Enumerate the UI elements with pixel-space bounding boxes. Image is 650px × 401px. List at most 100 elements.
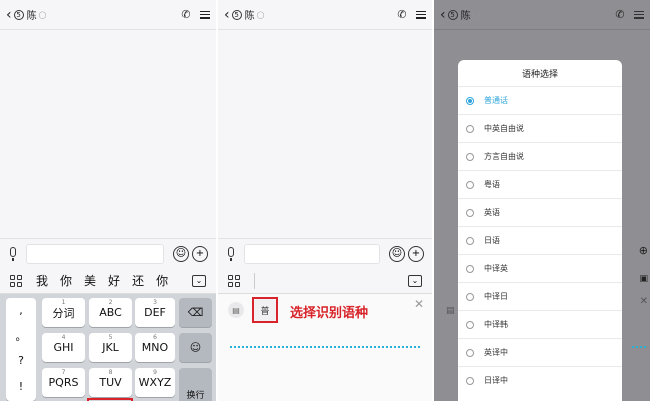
menu-icon[interactable] bbox=[416, 10, 426, 19]
backspace-icon: ⌫ bbox=[187, 306, 204, 319]
radio-icon bbox=[466, 236, 474, 245]
close-icon[interactable]: ✕ bbox=[414, 297, 424, 311]
chat-screen-keyboard: ‹ 5 陈 ◯ ✆ ☺ + 我 你 美 好 还 你 ⌄ , 。 ? ! 1 分词… bbox=[0, 0, 216, 401]
candidate-bar: ⌄ bbox=[218, 268, 432, 294]
apps-grid-icon[interactable] bbox=[10, 274, 22, 287]
candidate-word[interactable]: 你 bbox=[60, 272, 72, 289]
key-1[interactable]: 1 分词 bbox=[42, 298, 85, 327]
chat-screen-voice: ‹ 5 陈 ◯ ✆ ☺ + ⌄ ▤ 普 选择识别语种 ✕ bbox=[218, 0, 432, 401]
plus-icon: ⊕ bbox=[638, 244, 648, 257]
radio-icon bbox=[466, 376, 474, 385]
candidate-word[interactable]: 美 bbox=[84, 272, 96, 289]
language-option[interactable]: 英译中 bbox=[458, 338, 622, 366]
language-option[interactable]: 英语 bbox=[458, 198, 622, 226]
enter-key[interactable]: 换行 bbox=[179, 368, 212, 401]
phone-icon[interactable]: ✆ bbox=[178, 7, 194, 23]
apps-grid-icon[interactable] bbox=[228, 274, 240, 287]
status-icon: ◯ bbox=[472, 10, 481, 19]
radio-icon bbox=[466, 208, 474, 217]
radio-icon bbox=[466, 124, 474, 133]
chat-header: ‹ 5 陈 ◯ ✆ bbox=[434, 0, 650, 30]
smile-icon: ☺ bbox=[189, 341, 202, 354]
unread-badge: 5 bbox=[231, 9, 242, 20]
radio-icon bbox=[466, 152, 474, 161]
candidate-word[interactable]: 还 bbox=[132, 272, 144, 289]
microphone-icon[interactable] bbox=[8, 246, 18, 261]
status-icon: ◯ bbox=[256, 10, 265, 19]
language-option[interactable]: 中译韩 bbox=[458, 310, 622, 338]
voice-waveform bbox=[230, 346, 420, 348]
candidate-word[interactable]: 我 bbox=[36, 272, 48, 289]
key-9[interactable]: 9 WXYZ bbox=[135, 368, 175, 397]
input-bar: ☺ + bbox=[218, 238, 432, 268]
language-chip-icon: ▤ bbox=[446, 306, 455, 316]
chat-area bbox=[218, 31, 432, 236]
phone-icon[interactable]: ✆ bbox=[394, 7, 410, 23]
keyboard-collapse-icon[interactable]: ⌄ bbox=[192, 274, 206, 287]
contact-name: 陈 bbox=[460, 11, 471, 22]
radio-icon bbox=[466, 180, 474, 189]
language-option[interactable]: 中英自由说 bbox=[458, 114, 622, 142]
back-icon[interactable]: ‹ bbox=[6, 8, 12, 22]
voice-waveform bbox=[632, 346, 646, 348]
language-option[interactable]: 中译英 bbox=[458, 254, 622, 282]
unread-badge: 5 bbox=[13, 9, 24, 20]
key-6[interactable]: 6 MNO bbox=[135, 333, 175, 362]
status-icon: ◯ bbox=[38, 10, 47, 19]
key-2[interactable]: 2 ABC bbox=[89, 298, 132, 327]
plus-icon[interactable]: + bbox=[192, 245, 208, 262]
input-bar: ☺ + bbox=[0, 238, 216, 268]
unread-badge: 5 bbox=[447, 9, 458, 20]
chat-header: ‹ 5 陈 ◯ ✆ bbox=[218, 0, 432, 30]
radio-selected-icon bbox=[466, 96, 474, 105]
keyboard-collapse-icon[interactable]: ⌄ bbox=[408, 274, 422, 287]
annotation-text: 选择识别语种 bbox=[290, 306, 369, 321]
backspace-key[interactable]: ⌫ bbox=[179, 298, 212, 327]
punct-key[interactable]: , bbox=[6, 304, 36, 317]
punct-key[interactable]: ? bbox=[6, 354, 36, 367]
language-option[interactable]: 日语 bbox=[458, 226, 622, 254]
chat-header: ‹ 5 陈 ◯ ✆ bbox=[0, 0, 216, 30]
key-7[interactable]: 7 PQRS bbox=[42, 368, 85, 397]
language-option[interactable]: 日译中 bbox=[458, 366, 622, 394]
language-option[interactable]: 粤语 bbox=[458, 170, 622, 198]
key-5[interactable]: 5 JKL bbox=[89, 333, 132, 362]
message-input[interactable] bbox=[26, 243, 164, 264]
radio-icon bbox=[466, 320, 474, 329]
language-option[interactable]: 中译日 bbox=[458, 282, 622, 310]
radio-icon bbox=[466, 348, 474, 357]
menu-icon[interactable] bbox=[200, 10, 210, 19]
chat-area bbox=[0, 31, 216, 236]
emoji-icon[interactable]: ☺ bbox=[389, 245, 405, 262]
emoji-key[interactable]: ☺ bbox=[179, 333, 212, 362]
plus-icon[interactable]: + bbox=[408, 245, 424, 262]
candidate-word[interactable]: 好 bbox=[108, 272, 120, 289]
punct-key[interactable]: ! bbox=[6, 380, 36, 393]
back-icon[interactable]: ‹ bbox=[440, 8, 446, 22]
back-icon[interactable]: ‹ bbox=[224, 8, 230, 22]
punct-key[interactable]: 。 bbox=[6, 328, 36, 344]
phone-icon[interactable]: ✆ bbox=[612, 7, 628, 23]
key-3[interactable]: 3 DEF bbox=[135, 298, 175, 327]
key-4[interactable]: 4 GHI bbox=[42, 333, 85, 362]
language-option[interactable]: 方言自由说 bbox=[458, 142, 622, 170]
highlight-box bbox=[252, 297, 278, 323]
candidate-word[interactable]: 你 bbox=[156, 272, 168, 289]
candidate-bar: 我 你 美 好 还 你 ⌄ bbox=[0, 268, 216, 294]
punctuation-column[interactable]: , 。 ? ! bbox=[6, 298, 36, 401]
microphone-icon[interactable] bbox=[226, 246, 236, 261]
chat-screen-language-dialog: ‹ 5 陈 ◯ ✆ ⊕ ▣ ✕ ▤ 语种选择 普通话 中英自由说 方言自由说 粤… bbox=[434, 0, 650, 401]
key-8[interactable]: 8 TUV bbox=[89, 368, 132, 397]
radio-icon bbox=[466, 292, 474, 301]
nine-key-keyboard: , 。 ? ! 1 分词 2 ABC 3 DEF ⌫ 4 GHI 5 JKL 6 MNO ☺… bbox=[0, 294, 216, 401]
keyboard-collapse-icon: ▣ bbox=[639, 274, 648, 284]
emoji-icon[interactable]: ☺ bbox=[173, 245, 189, 262]
dialog-title: 语种选择 bbox=[521, 69, 558, 80]
menu-icon[interactable] bbox=[634, 10, 644, 19]
language-chip-icon[interactable]: ▤ bbox=[228, 302, 244, 318]
divider bbox=[254, 272, 255, 289]
language-dialog: 语种选择 普通话 中英自由说 方言自由说 粤语 英语 日语 中译英 中译日 中译… bbox=[458, 60, 622, 401]
language-option[interactable]: 普通话 bbox=[458, 86, 622, 114]
message-input[interactable] bbox=[244, 243, 380, 264]
screenshot-stage: ‹ 5 陈 ◯ ✆ ☺ + 我 你 美 好 还 你 ⌄ , 。 ? ! 1 分词… bbox=[0, 0, 650, 401]
